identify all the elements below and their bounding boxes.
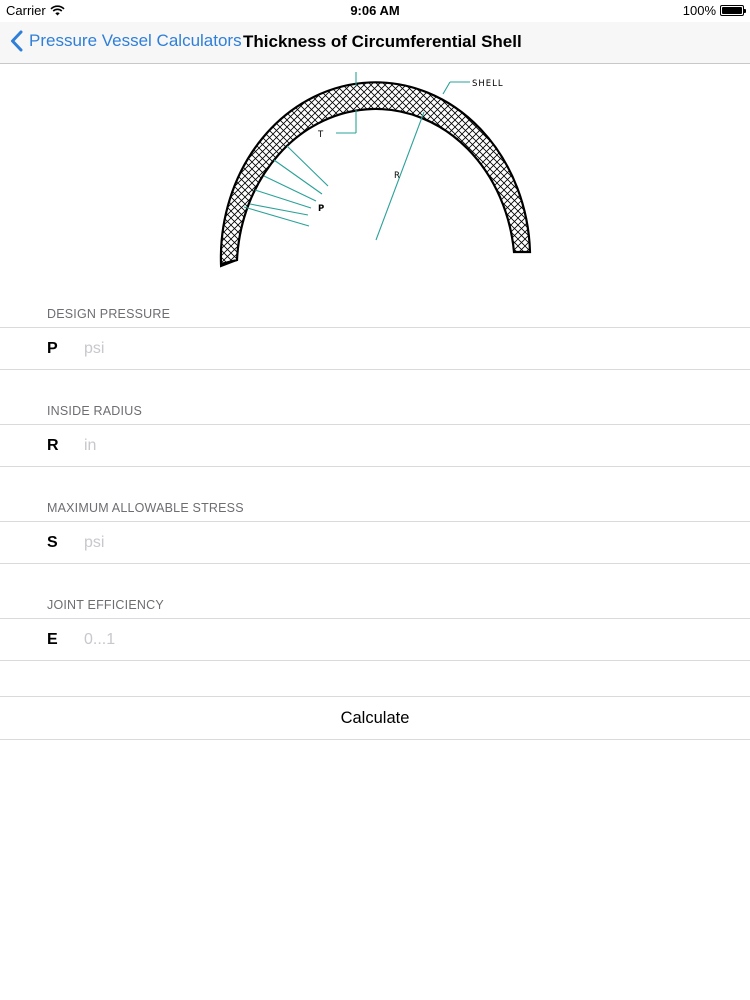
shell-diagram: SHELL T R P [0,64,750,284]
design-pressure-row[interactable]: P [0,327,750,370]
shell-wall [219,81,532,266]
design-pressure-input[interactable] [84,336,684,362]
back-button-label: Pressure Vessel Calculators [29,31,242,50]
label-p: P [318,204,324,214]
label-t: T [317,130,324,140]
inside-radius-input[interactable] [84,433,684,459]
section-header-inside-radius: INSIDE RADIUS [47,404,142,418]
status-bar: Carrier 9:06 AM 100% [0,0,750,22]
max-allowable-stress-row[interactable]: S [0,521,750,564]
joint-efficiency-input[interactable] [84,627,684,653]
section-header-max-allowable-stress: MAXIMUM ALLOWABLE STRESS [47,501,244,515]
calculate-button-label: Calculate [340,708,410,727]
symbol-p: P [47,340,58,357]
symbol-r: R [47,437,59,454]
page-title: Thickness of Circumferential Shell [243,32,522,51]
inside-radius-row[interactable]: R [0,424,750,467]
battery-percent: 100% [682,3,716,18]
symbol-e: E [47,631,58,648]
clock: 9:06 AM [350,3,400,18]
joint-efficiency-row[interactable]: E [0,618,750,661]
section-header-joint-efficiency: JOINT EFFICIENCY [47,598,164,612]
battery-indicator: 100% [682,3,746,18]
label-r: R [394,171,400,181]
max-allowable-stress-input[interactable] [84,530,684,556]
shell-diagram-figure: SHELL T R P [219,72,532,268]
navigation-bar: Pressure Vessel Calculators Thickness of… [0,22,750,64]
battery-icon [720,5,746,16]
chevron-left-icon [11,30,23,52]
symbol-s: S [47,534,58,551]
calculate-button[interactable]: Calculate [0,696,750,740]
label-shell: SHELL [472,79,504,89]
back-button[interactable]: Pressure Vessel Calculators [10,30,242,52]
section-header-design-pressure: DESIGN PRESSURE [47,307,171,321]
